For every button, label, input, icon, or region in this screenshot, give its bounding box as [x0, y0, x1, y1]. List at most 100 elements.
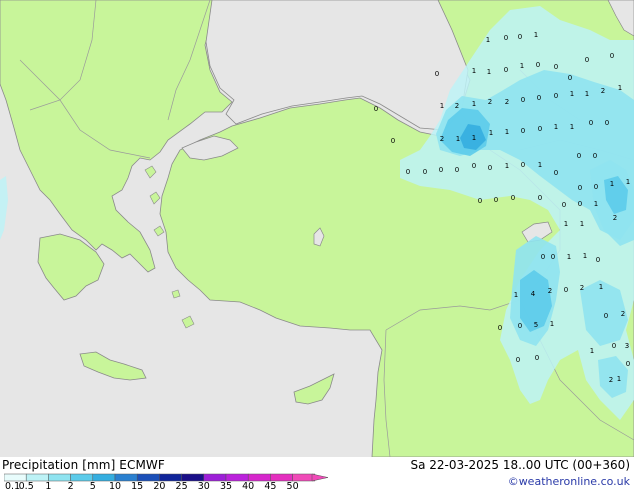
legend-label: 25 [176, 481, 188, 490]
precip-value: 0 [564, 286, 568, 294]
legend-label: 40 [242, 481, 254, 490]
precip-value: 0 [504, 34, 508, 42]
precip-value: 1 [505, 162, 509, 170]
precip-value: 2 [621, 310, 625, 318]
precip-value: 0 [521, 96, 525, 104]
precip-value: 2 [548, 287, 552, 295]
precip-value: 0 [518, 322, 522, 330]
precip-value: 0 [554, 92, 558, 100]
precip-value: 0 [585, 56, 589, 64]
legend-label: 2 [68, 481, 74, 490]
precip-value: 1 [570, 123, 574, 131]
precip-value: 0 [594, 183, 598, 191]
precip-value: 1 [626, 178, 630, 186]
legend-label: 35 [220, 481, 232, 490]
precip-value: 0 [406, 168, 410, 176]
precip-value: 0 [498, 324, 502, 332]
precip-value: 1 [472, 134, 476, 142]
forecast-datetime: Sa 22-03-2025 18..00 UTC (00+360) [410, 458, 630, 472]
precip-value: 1 [472, 100, 476, 108]
credit-link[interactable]: ©weatheronline.co.uk [508, 475, 630, 488]
precip-value: 0 [488, 164, 492, 172]
precip-value: 0 [568, 74, 572, 82]
precip-value: 1 [564, 220, 568, 228]
precip-value: 1 [618, 84, 622, 92]
legend-swatch [136, 473, 160, 482]
precip-value: 1 [534, 31, 538, 39]
precip-value: 1 [599, 283, 603, 291]
precip-value: 3 [625, 342, 629, 350]
legend-swatch [159, 473, 182, 482]
precip-value: 2 [440, 135, 444, 143]
legend-label: 10 [109, 481, 121, 490]
precip-value: 0 [596, 256, 600, 264]
precip-value: 0 [435, 70, 439, 78]
precip-value: 0 [604, 312, 608, 320]
legend-label: 30 [198, 481, 210, 490]
precip-value: 0 [626, 360, 630, 368]
legend-swatch [25, 473, 49, 482]
precip-value: 2 [609, 376, 613, 384]
precip-value: 2 [505, 98, 509, 106]
precip-value: 0 [478, 197, 482, 205]
precip-value: 0 [511, 194, 515, 202]
precip-value: 0 [455, 166, 459, 174]
precip-value: 1 [486, 36, 490, 44]
legend-labels: 0.10.5 1 2 5 10 15 20 25 30 35 40 45 50 [5, 481, 299, 490]
legend-swatch [48, 473, 71, 482]
precip-value: 0 [536, 61, 540, 69]
precip-value: 2 [613, 214, 617, 222]
precip-value: 0 [439, 166, 443, 174]
legend-arrow [311, 473, 329, 482]
precip-value: 4 [531, 290, 536, 298]
precip-value: 1 [487, 68, 491, 76]
legend-swatch [70, 473, 94, 482]
precip-value: 2 [580, 284, 584, 292]
legend-label: 1 [45, 481, 51, 490]
precip-value: 1 [520, 62, 524, 70]
precip-value: 0 [610, 52, 614, 60]
precip-value: 1 [610, 180, 614, 188]
precip-value: 0 [541, 253, 545, 261]
precip-value: 0 [504, 66, 508, 74]
precip-value: 0 [535, 354, 539, 362]
precip-value: 0 [538, 194, 542, 202]
precip-value: 0 [374, 105, 378, 113]
precip-value: 1 [617, 375, 621, 383]
precip-value: 0 [423, 168, 427, 176]
precip-value: 0 [551, 253, 555, 261]
precip-value: 0 [593, 152, 597, 160]
legend-swatch [203, 473, 227, 482]
precip-value: 1 [514, 291, 518, 299]
precip-value: 5 [534, 321, 538, 329]
legend-swatch [4, 473, 27, 482]
legend-swatch [92, 473, 116, 482]
precip-value: 0 [577, 152, 581, 160]
precip-value: 0 [518, 33, 522, 41]
precip-value: 0 [612, 342, 616, 350]
precip-value: 1 [472, 67, 476, 75]
legend-label: 20 [153, 481, 165, 490]
precip-value: 1 [456, 135, 460, 143]
precip-value: 1 [585, 90, 589, 98]
precip-value: 0 [578, 200, 582, 208]
precipitation-map: 1 0 0 10 1 1 0 1 0 00 001 2 11 2 1 2 2 0 0 0 100 2 1 11 1 0 0 1 1 0 00… [0, 0, 634, 457]
precip-value: 1 [583, 252, 587, 260]
precip-value: 0 [521, 127, 525, 135]
precip-value: 1 [590, 347, 594, 355]
legend-swatch [114, 473, 138, 482]
precip-value: 1 [489, 129, 493, 137]
footer-bar: Precipitation [mm] ECMWF Sa 22-03-2025 1… [0, 457, 634, 490]
precip-value: 0 [516, 356, 520, 364]
precip-value: 1 [440, 102, 444, 110]
precip-value: 1 [550, 320, 554, 328]
precip-value: 0 [391, 137, 395, 145]
precip-value: 0 [578, 184, 582, 192]
legend-swatch [225, 473, 249, 482]
legend-swatches [4, 473, 316, 482]
legend-swatch [181, 473, 205, 482]
precip-value: 1 [505, 128, 509, 136]
legend-label: 0.5 [19, 481, 34, 490]
precip-value: 2 [601, 87, 605, 95]
precipitation-legend: 0.10.5 1 2 5 10 15 20 25 30 35 40 45 50 [4, 473, 329, 490]
